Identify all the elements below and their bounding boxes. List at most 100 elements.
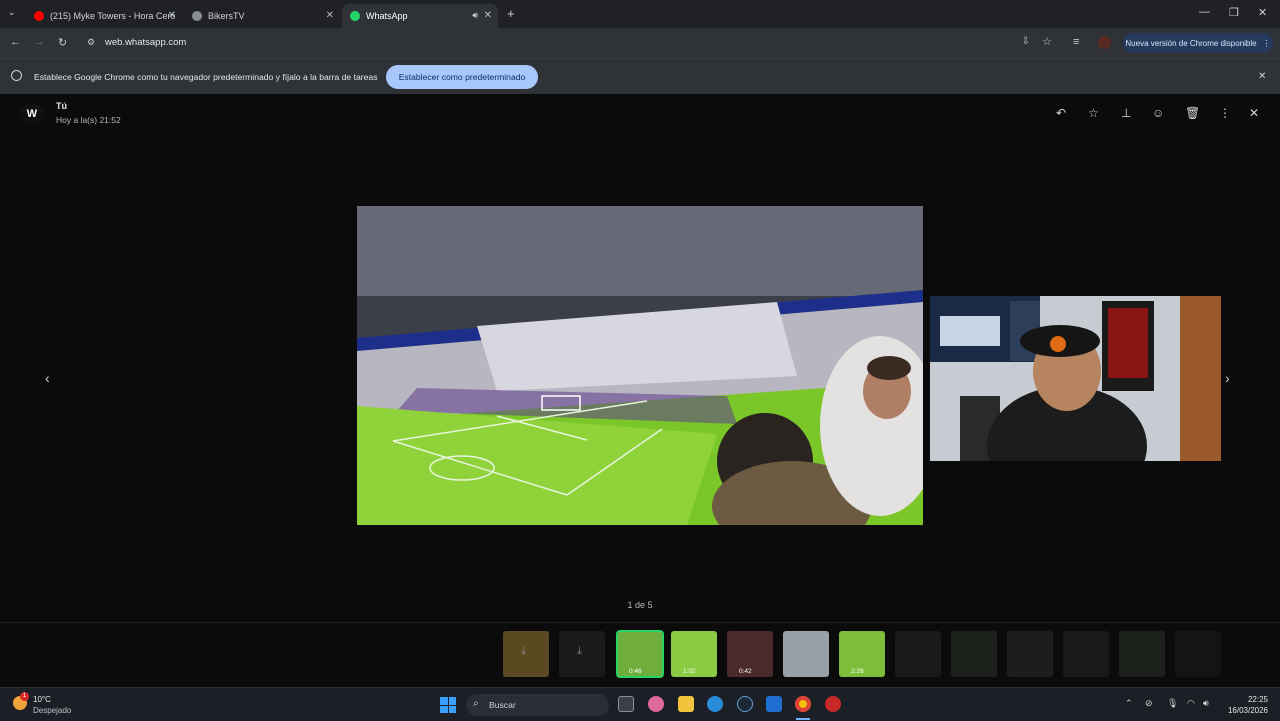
tab-whatsapp[interactable]: WhatsApp 🔊︎ ✕	[342, 4, 498, 28]
emoji-icon[interactable]: ☺	[1152, 106, 1164, 120]
weather-temperature: 10°C	[33, 695, 51, 704]
volume-icon[interactable]: 🔊︎	[1203, 698, 1209, 709]
notification-badge: 1	[20, 692, 29, 701]
reload-icon[interactable]: ↻	[58, 36, 67, 49]
browser-tabbar: ⌄ (215) Myke Towers - Hora Cero ✕ Bikers…	[0, 0, 1280, 28]
file-explorer-icon[interactable]	[678, 696, 694, 712]
globe-icon	[192, 11, 202, 21]
edge-icon[interactable]	[707, 696, 723, 712]
close-tab-icon[interactable]: ✕	[484, 10, 492, 21]
search-placeholder: Buscar	[489, 700, 516, 710]
video-duration: 1:02	[683, 668, 696, 675]
wifi-icon[interactable]: ◠	[1187, 698, 1195, 709]
webcam-overlay	[930, 296, 1221, 461]
store-icon[interactable]	[766, 696, 782, 712]
main-video-frame[interactable]	[357, 206, 923, 525]
forward-icon[interactable]: →	[34, 36, 45, 48]
media-thumbnail[interactable]: 0:42	[727, 631, 773, 677]
clock-date: 16/03/2026	[1227, 706, 1268, 715]
address-bar[interactable]: ⚙ web.whatsapp.com ⇩ ☆	[80, 31, 1052, 55]
site-info-icon[interactable]: ⚙	[87, 37, 95, 48]
app-icon[interactable]	[825, 696, 841, 712]
media-thumbnail[interactable]: ⤓	[503, 631, 549, 677]
media-counter: 1 de 5	[627, 600, 653, 610]
sender-name: Tú	[56, 101, 67, 111]
media-thumbnail[interactable]	[783, 631, 829, 677]
media-thumbnail[interactable]: 0:46	[616, 630, 664, 678]
more-icon[interactable]: ⋮	[1219, 106, 1231, 120]
default-browser-infobar: Establece Google Chrome como tu navegado…	[0, 58, 1280, 95]
tray-overflow-icon[interactable]: ⌃	[1125, 698, 1133, 709]
star-icon[interactable]: ☆	[1088, 106, 1099, 120]
next-media-icon[interactable]: ›	[1225, 370, 1230, 386]
close-icon[interactable]: ✕	[1249, 106, 1259, 120]
steam-icon[interactable]	[737, 696, 753, 712]
youtube-icon	[34, 11, 44, 21]
url-text: web.whatsapp.com	[105, 37, 187, 48]
network-off-icon[interactable]: ⊘	[1145, 698, 1153, 709]
bookmark-star-icon[interactable]: ☆	[1042, 35, 1052, 48]
tab-title: (215) Myke Towers - Hora Cero	[50, 11, 176, 21]
chrome-icon	[11, 70, 22, 81]
weather-description: Despejado	[33, 706, 72, 715]
update-label: Nueva versión de Chrome disponible	[1125, 38, 1257, 48]
windows-taskbar: 1 10°C Despejado ⌕ Buscar ⌃ ⊘ 🎙︎ ◠ 🔊︎ 22…	[0, 687, 1280, 721]
chrome-update-button[interactable]: Nueva versión de Chrome disponible ⋮	[1123, 33, 1273, 53]
reply-icon[interactable]: ↶	[1056, 106, 1066, 120]
microphone-icon[interactable]: 🎙︎	[1167, 698, 1178, 709]
window-close-icon[interactable]: ✕	[1258, 6, 1267, 19]
taskbar-search[interactable]: ⌕ Buscar	[466, 694, 609, 716]
whatsapp-icon	[350, 11, 360, 21]
clock-time: 22:25	[1247, 695, 1268, 704]
infobar-message: Establece Google Chrome como tu navegado…	[34, 72, 378, 82]
set-default-label: Establecer como predeterminado	[398, 72, 526, 82]
task-view-icon[interactable]	[618, 696, 634, 712]
video-duration: 0:42	[739, 668, 752, 675]
thumbnail-divider	[0, 622, 1280, 623]
video-duration: 2:28	[851, 668, 864, 675]
audio-playing-icon[interactable]: 🔊︎	[472, 10, 478, 21]
tab-youtube[interactable]: (215) Myke Towers - Hora Cero ✕	[26, 4, 182, 28]
media-thumbnail[interactable]	[1007, 631, 1053, 677]
start-button[interactable]	[440, 697, 456, 713]
trash-icon[interactable]: 🗑︎	[1185, 106, 1200, 120]
media-thumbnail[interactable]: 1:02	[671, 631, 717, 677]
back-icon[interactable]: ←	[10, 36, 21, 48]
media-thumbnail[interactable]	[1119, 631, 1165, 677]
video-duration: 0:46	[629, 668, 642, 675]
previous-media-icon[interactable]: ‹	[45, 370, 50, 386]
system-clock[interactable]: 22:25 16/03/2026	[1228, 694, 1268, 716]
media-thumbnail[interactable]: 2:28	[839, 631, 885, 677]
close-tab-icon[interactable]: ✕	[168, 10, 176, 21]
infobar-close-icon[interactable]: ✕	[1258, 71, 1266, 82]
pin-icon[interactable]: ⊥	[1121, 106, 1131, 120]
media-thumbnail[interactable]	[1175, 631, 1221, 677]
minimize-icon[interactable]: —	[1199, 6, 1210, 18]
restore-icon[interactable]: ❐	[1229, 6, 1239, 19]
media-controls-icon[interactable]: ≡	[1073, 36, 1079, 48]
avatar[interactable]: W	[20, 103, 44, 125]
avatar-letter: W	[26, 108, 38, 120]
download-icon: ⤓	[521, 645, 526, 657]
chrome-taskbar-icon[interactable]	[795, 696, 811, 712]
set-default-button[interactable]: Establecer como predeterminado	[386, 65, 538, 89]
tab-search-chevron-icon[interactable]: ⌄	[8, 7, 16, 18]
download-icon: ⤓	[577, 645, 582, 657]
search-icon: ⌕	[473, 698, 479, 709]
browser-toolbar: ← → ↻ ⚙ web.whatsapp.com ⇩ ☆ ≡ Nueva ver…	[0, 28, 1280, 58]
tab-title: BikersTV	[208, 11, 245, 21]
media-thumbnail[interactable]	[895, 631, 941, 677]
media-viewer: W Tú Hoy a la(s) 21:52 ↶ ☆ ⊥ ☺ 🗑︎ ⋮ ✕ ‹ …	[0, 94, 1280, 687]
new-tab-icon[interactable]: +	[507, 6, 515, 21]
media-thumbnail[interactable]	[1063, 631, 1109, 677]
tab-title: WhatsApp	[366, 11, 408, 21]
message-time: Hoy a la(s) 21:52	[56, 115, 121, 125]
close-tab-icon[interactable]: ✕	[326, 10, 334, 21]
media-thumbnail[interactable]: ⤓	[559, 631, 605, 677]
install-app-icon[interactable]: ⇩	[1022, 36, 1030, 47]
profile-avatar[interactable]	[1098, 36, 1111, 49]
tab-bikerstv[interactable]: BikersTV ✕	[184, 4, 340, 28]
copilot-icon[interactable]	[648, 696, 664, 712]
more-icon: ⋮	[1262, 38, 1271, 48]
media-thumbnail[interactable]	[951, 631, 997, 677]
